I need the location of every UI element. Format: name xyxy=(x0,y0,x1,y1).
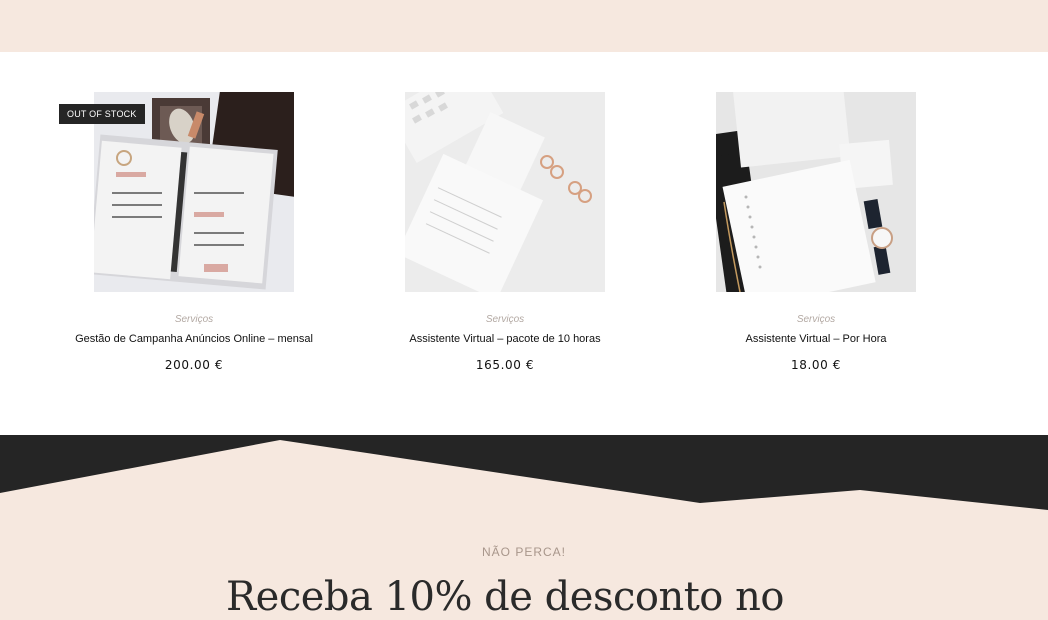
product-price: 200.00 € xyxy=(164,358,224,372)
product-card[interactable]: Serviços Assistente Virtual – Por Hora 1… xyxy=(676,92,956,372)
product-grid: Serviços Gestão de Campanha Anúncios Onl… xyxy=(0,52,1048,435)
product-category[interactable]: Serviços xyxy=(365,314,645,325)
product-title[interactable]: Gestão de Campanha Anúncios Online – men… xyxy=(54,333,334,345)
promo-eyebrow: NÃO PERCA! xyxy=(481,545,566,559)
product-card[interactable]: Serviços Gestão de Campanha Anúncios Onl… xyxy=(54,92,334,372)
product-image-notebook-watch[interactable] xyxy=(716,92,916,292)
promo-headline: Receba 10% de desconto no xyxy=(226,574,784,620)
product-title[interactable]: Assistente Virtual – pacote de 10 horas xyxy=(365,333,645,345)
top-banner-band xyxy=(0,0,1048,52)
product-card[interactable]: Serviços Assistente Virtual – pacote de … xyxy=(365,92,645,372)
out-of-stock-badge: OUT OF STOCK xyxy=(59,104,145,124)
product-price: 18.00 € xyxy=(790,358,841,372)
product-category[interactable]: Serviços xyxy=(54,314,334,325)
product-category[interactable]: Serviços xyxy=(676,314,956,325)
product-title[interactable]: Assistente Virtual – Por Hora xyxy=(676,333,956,345)
product-image-notes[interactable] xyxy=(405,92,605,292)
angled-divider-shape xyxy=(0,435,1048,510)
product-price: 165.00 € xyxy=(475,358,535,372)
